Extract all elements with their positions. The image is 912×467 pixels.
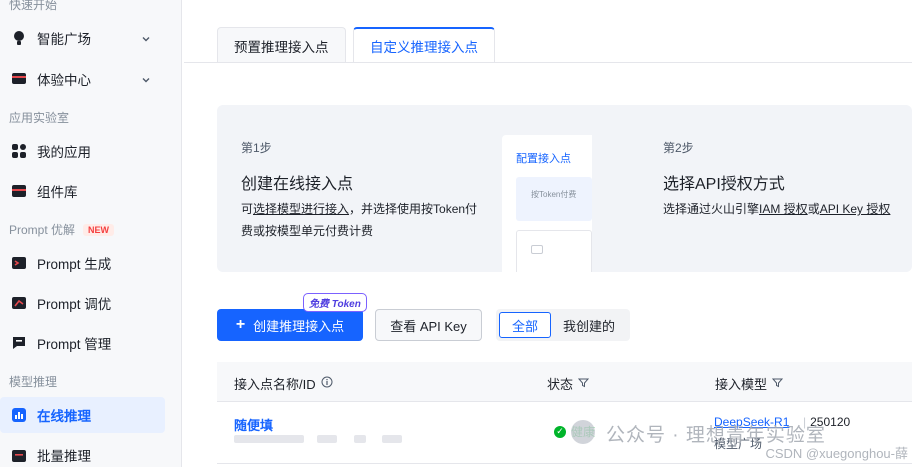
section-prompt: Prompt 优解 NEW [9, 221, 115, 238]
mock-title: 配置接入点 [516, 153, 571, 165]
chat-icon [10, 334, 28, 352]
redacted-endpoint-id [317, 435, 337, 443]
step1-number: 第1步 [241, 141, 272, 155]
chevron-down-icon [141, 32, 151, 47]
step2-desc-text: 或 [807, 202, 820, 216]
sidebar-item-my-apps[interactable]: 我的应用 [0, 133, 165, 169]
owner-filter: 全部 我创建的 [496, 309, 630, 341]
package-icon [10, 182, 28, 200]
step2-number: 第2步 [663, 141, 694, 155]
mock-card-empty [516, 230, 592, 272]
sidebar-item-smart-plaza[interactable]: 智能广场 [0, 20, 165, 56]
new-badge: NEW [83, 223, 115, 236]
step2-title: 选择API授权方式 [663, 176, 785, 193]
select-model-link[interactable]: 选择模型进行接入 [253, 202, 349, 216]
sidebar-item-label: Prompt 管理 [37, 337, 112, 352]
view-api-key-button[interactable]: 查看 API Key [375, 309, 482, 341]
sidebar-item-components[interactable]: 组件库 [0, 173, 165, 209]
sidebar-item-label: Prompt 生成 [37, 257, 112, 272]
batch-icon [10, 446, 28, 464]
free-token-badge: 免费 Token [303, 293, 367, 312]
tab-preset-endpoints[interactable]: 预置推理接入点 [217, 27, 346, 63]
section-prompt-label: Prompt 优解 [9, 223, 76, 237]
sidebar-item-label: 智能广场 [37, 32, 91, 47]
tune-icon [10, 294, 28, 312]
section-quickstart: 快速开始 [9, 0, 58, 12]
section-inference: 模型推理 [9, 375, 58, 389]
filter-icon[interactable] [771, 376, 784, 391]
create-endpoint-button[interactable]: + 创建推理接入点 [217, 309, 363, 341]
watermark-csdn: CSDN @xuegonghou-薛 [765, 446, 908, 461]
step1-desc-line2: 费或按模型单元付费计费 [241, 224, 374, 238]
chevron-down-icon [141, 73, 151, 88]
step1-desc-text: 可 [241, 202, 254, 216]
endpoint-name-link[interactable]: 随便填 [234, 415, 273, 434]
sidebar-item-label: 体验中心 [37, 73, 91, 88]
sidebar-item-label: Prompt 调优 [37, 297, 112, 312]
sidebar-item-batch-inference[interactable]: 批量推理 [0, 437, 165, 467]
sidebar-item-experience[interactable]: 体验中心 [0, 61, 165, 97]
column-header-model: 接入模型 [715, 374, 784, 393]
api-key-auth-link[interactable]: API Key 授权 [820, 202, 891, 216]
step1-description: 可选择模型进行接入，并选择使用按Token付 费或按模型单元付费计费 [241, 198, 477, 242]
bar-chart-icon [10, 406, 28, 424]
sidebar-item-label: 我的应用 [37, 145, 91, 160]
table-header: 接入点名称/ID 状态 接入模型 [217, 362, 912, 402]
step1-desc-text: ，并选择使用按Token付 [349, 202, 478, 216]
image-icon [531, 245, 543, 254]
steps-guide-panel: 第1步 创建在线接入点 可选择模型进行接入，并选择使用按Token付 费或按模型… [217, 105, 912, 272]
column-header-label: 接入点名称/ID [234, 377, 316, 392]
sidebar-item-prompt-manage[interactable]: Prompt 管理 [0, 325, 165, 361]
bulb-icon [10, 29, 28, 47]
sidebar-item-label: 组件库 [37, 185, 78, 200]
info-icon[interactable] [321, 376, 333, 391]
sidebar-item-prompt-tune[interactable]: Prompt 调优 [0, 285, 165, 321]
filter-mine[interactable]: 我创建的 [551, 312, 627, 338]
sidebar-item-label: 在线推理 [37, 409, 91, 424]
sidebar-item-label: 批量推理 [37, 449, 91, 464]
column-header-label: 状态 [547, 377, 574, 392]
monitor-icon [10, 70, 28, 88]
step2-description: 选择通过火山引擎IAM 授权或API Key 授权 [663, 198, 890, 220]
redacted-endpoint-id [354, 435, 366, 443]
tab-divider [184, 62, 912, 63]
check-circle-icon: ✓ [554, 425, 566, 438]
plus-icon: + [235, 316, 246, 333]
config-preview-image: 配置接入点 按Token付费 [502, 135, 592, 272]
filter-all[interactable]: 全部 [499, 312, 551, 338]
wechat-logo-icon [571, 420, 595, 444]
redacted-endpoint-id [382, 435, 402, 443]
mock-card: 按Token付费 [516, 177, 592, 221]
sidebar: 快速开始 智能广场 体验中心 应用实验室 我的应用 组件库 Prompt 优解 [0, 0, 182, 467]
column-header-status: 状态 [547, 374, 590, 393]
column-header-name: 接入点名称/ID [234, 374, 333, 393]
column-header-label: 接入模型 [715, 377, 768, 392]
sidebar-item-prompt-generate[interactable]: Prompt 生成 [0, 245, 165, 281]
mock-card-label: 按Token付费 [531, 190, 577, 199]
sidebar-item-online-inference[interactable]: 在线推理 [0, 397, 165, 433]
filter-icon[interactable] [577, 376, 590, 391]
step2-desc-text: 选择通过火山引擎 [663, 202, 760, 216]
section-lab: 应用实验室 [9, 111, 70, 125]
step1-title: 创建在线接入点 [241, 176, 354, 193]
redacted-endpoint-id [234, 435, 304, 443]
apps-grid-icon [10, 142, 28, 160]
iam-auth-link[interactable]: IAM 授权 [759, 202, 808, 216]
create-endpoint-label: 创建推理接入点 [253, 318, 345, 334]
tab-custom-endpoints[interactable]: 自定义推理接入点 [353, 27, 495, 63]
terminal-icon [10, 254, 28, 272]
